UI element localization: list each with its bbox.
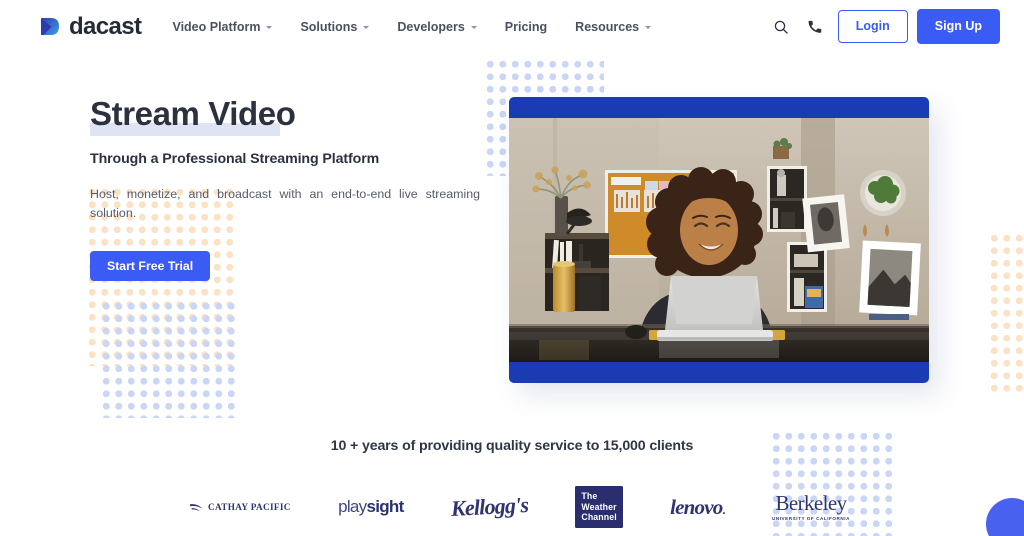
client-logos-row: CATHAY PACIFIC playsight Kellogg's The W… (190, 484, 850, 530)
phone-icon[interactable] (798, 12, 832, 42)
chat-widget-button[interactable] (986, 498, 1024, 536)
client-logo-berkeley: Berkeley UNIVERSITY OF CALIFORNIA (772, 484, 850, 530)
client-logo-label: Kellogg's (450, 491, 529, 522)
nav-label: Video Platform (172, 19, 261, 34)
header-actions: Login Sign Up (764, 9, 1000, 44)
hero-description: Host, monetize, and broadcast with an en… (90, 186, 480, 221)
decorative-dot-grid-right (988, 232, 1024, 392)
client-logo-playsight: playsight (338, 484, 404, 530)
hero-title-wrapper: Stream Video (90, 95, 296, 136)
hero-content: Stream Video Through a Professional Stre… (90, 95, 490, 282)
client-logo-lenovo: lenovo. (670, 484, 725, 530)
signup-button[interactable]: Sign Up (916, 9, 1000, 44)
client-logo-label: CATHAY PACIFIC (208, 502, 291, 512)
page-root: dacast Video Platform Solutions Develope… (0, 0, 1024, 536)
hero-subtitle: Through a Professional Streaming Platfor… (90, 150, 380, 167)
nav-label: Resources (575, 19, 640, 34)
client-logo-label: lenovo (670, 494, 723, 519)
nav-item-solutions[interactable]: Solutions (287, 14, 382, 40)
nav-label: Pricing (504, 19, 548, 34)
client-logo-cathay-pacific: CATHAY PACIFIC (190, 484, 291, 530)
main-navigation: Video Platform Solutions Developers Pric… (159, 14, 664, 40)
lenovo-dot: . (722, 502, 725, 517)
chevron-down-icon (645, 26, 652, 29)
client-logo-sublabel: UNIVERSITY OF CALIFORNIA (772, 516, 850, 521)
cathay-brushwing-icon (190, 503, 203, 511)
clients-tagline: 10 + years of providing quality service … (330, 438, 694, 454)
page-title: Stream Video (90, 95, 296, 132)
nav-item-resources[interactable]: Resources (562, 14, 664, 40)
chevron-down-icon (363, 26, 370, 29)
start-free-trial-button[interactable]: Start Free Trial (90, 251, 211, 282)
hero-video-image (509, 118, 929, 362)
home-office-illustration (509, 118, 929, 362)
site-header: dacast Video Platform Solutions Develope… (0, 0, 1024, 53)
dacast-chevron-logo-icon (41, 18, 59, 35)
hero-video-card[interactable] (509, 97, 929, 383)
nav-item-pricing[interactable]: Pricing (492, 14, 560, 40)
client-logo-kelloggs: Kellogg's (450, 484, 529, 530)
search-icon[interactable] (764, 12, 798, 42)
nav-item-developers[interactable]: Developers (384, 14, 489, 40)
nav-label: Developers (397, 19, 465, 34)
client-logo-line3: Channel (581, 512, 617, 523)
brand-name: dacast (69, 12, 142, 40)
client-logo-label-bold: sight (366, 497, 404, 516)
login-button[interactable]: Login (837, 10, 908, 43)
client-logo-the-weather-channel: The Weather Channel (575, 484, 623, 530)
chevron-down-icon (266, 26, 273, 29)
client-logo-line1: The (581, 491, 598, 502)
brand-logo[interactable]: dacast (40, 12, 142, 40)
client-logo-label-light: play (338, 497, 367, 516)
client-logo-label: Berkeley (775, 491, 847, 515)
decorative-dot-grid-hero-blue (100, 300, 238, 418)
chevron-down-icon (470, 26, 477, 29)
nav-label: Solutions (300, 19, 358, 34)
client-logo-line2: Weather (581, 501, 617, 512)
nav-item-video-platform[interactable]: Video Platform (159, 14, 285, 40)
